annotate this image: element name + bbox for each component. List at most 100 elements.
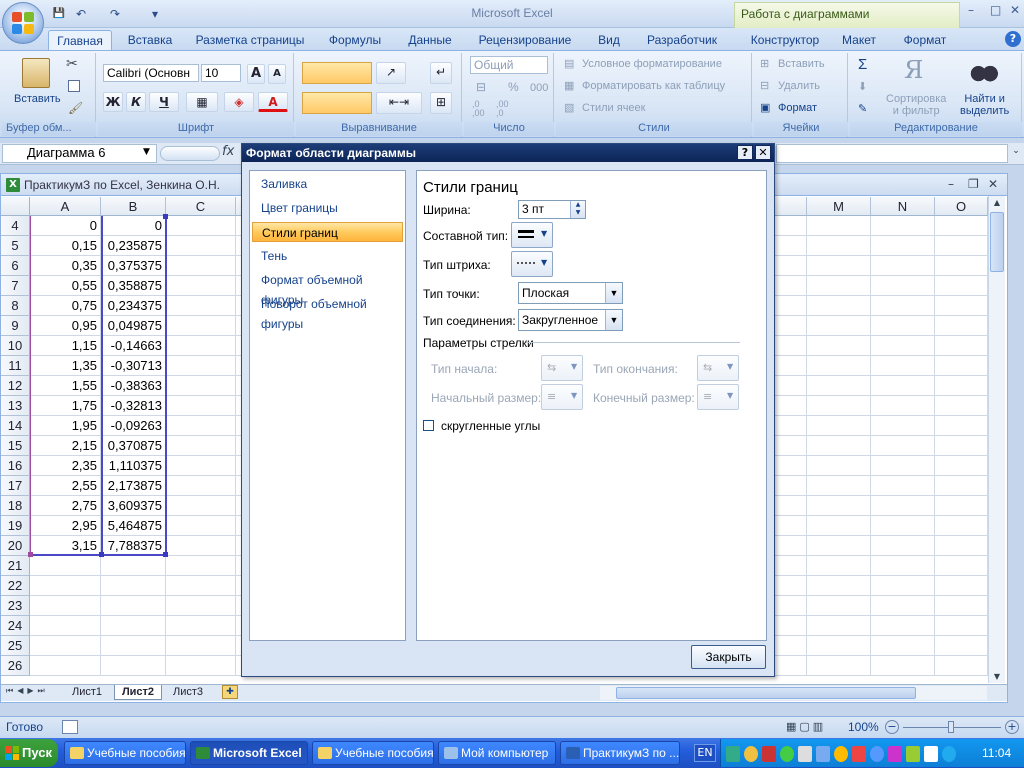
cell-n[interactable] [871,316,935,336]
maximize-button[interactable]: □ [990,3,1001,17]
cell-m[interactable] [807,376,871,396]
indent-icon[interactable]: ⇤⇥ [376,92,422,114]
row-header[interactable]: 16 [1,456,30,476]
cell-a[interactable]: 2,55 [30,476,101,496]
cell-o[interactable] [935,276,988,296]
cell-b[interactable] [101,576,166,596]
cell-a[interactable]: 0,15 [30,236,101,256]
cell-m[interactable] [807,476,871,496]
underline-button[interactable]: Ч [149,92,179,112]
increase-decimal-button[interactable]: ,0 ,00 [472,100,485,118]
cell-c[interactable] [166,596,236,616]
cell-l-partial[interactable] [775,536,807,556]
cell-m[interactable] [807,316,871,336]
cell-c[interactable] [166,236,236,256]
cell-a[interactable]: 1,95 [30,416,101,436]
formula-input[interactable] [776,144,1008,163]
cell-c[interactable] [166,536,236,556]
format-as-table-button[interactable]: Форматировать как таблицу [582,80,725,92]
workbook-minimize-button[interactable]: – [948,177,954,191]
sort-filter-button[interactable]: Сортировка и фильтр [886,93,946,117]
cell-styles-button[interactable]: Стили ячеек [582,102,645,114]
cell-l-partial[interactable] [775,516,807,536]
tab-home[interactable]: Главная [48,30,112,50]
thousands-button[interactable]: 000 [530,82,548,94]
cell-b[interactable]: 3,609375 [101,496,166,516]
close-window-button[interactable]: ✕ [1010,3,1020,17]
join-type-select[interactable]: Закругленное ▼ [518,309,623,331]
cell-b[interactable] [101,616,166,636]
row-header[interactable]: 12 [1,376,30,396]
row-header[interactable]: 23 [1,596,30,616]
cell-c[interactable] [166,356,236,376]
format-painter-icon[interactable]: 🖌 [68,101,83,115]
clear-icon[interactable]: ✎ [858,102,867,115]
language-indicator[interactable]: EN [694,744,716,762]
cell-l-partial[interactable] [775,216,807,236]
row-header[interactable]: 13 [1,396,30,416]
column-header-m[interactable]: M [807,197,871,216]
cell-a[interactable]: 0 [30,216,101,236]
cell-b[interactable]: -0,14663 [101,336,166,356]
orientation-icon[interactable]: ↗ [376,62,406,84]
borders-icon[interactable]: ▦ [186,92,218,112]
cell-a[interactable]: 1,35 [30,356,101,376]
dialog-close-icon[interactable]: ✕ [755,145,771,160]
rounded-corners-checkbox[interactable] [423,420,434,431]
cell-n[interactable] [871,436,935,456]
cell-l-partial[interactable] [775,496,807,516]
font-color-button[interactable]: A [258,92,288,112]
column-header-c[interactable]: C [166,197,236,216]
copy-icon[interactable] [68,80,80,92]
cell-o[interactable] [935,516,988,536]
zoom-out-icon[interactable]: − [885,720,899,734]
cell-c[interactable] [166,256,236,276]
sheet-tab-2[interactable]: Лист2 [114,685,162,700]
function-icon[interactable]: fx [222,144,234,159]
cell-l-partial[interactable] [775,396,807,416]
row-header[interactable]: 11 [1,356,30,376]
cell-o[interactable] [935,216,988,236]
cell-c[interactable] [166,336,236,356]
cell-m[interactable] [807,296,871,316]
cell-o[interactable] [935,476,988,496]
number-format-box[interactable]: Общий [470,56,548,74]
cell-m[interactable] [807,356,871,376]
cell-n[interactable] [871,336,935,356]
cell-o[interactable] [935,336,988,356]
cell-l-partial[interactable] [775,236,807,256]
cell-m[interactable] [807,516,871,536]
cell-o[interactable] [935,236,988,256]
font-size-box[interactable]: 10 [201,64,241,82]
range-handle[interactable] [99,552,104,557]
sheet-navigation-icons[interactable]: ⏮◀▶⏭ [6,686,49,696]
row-header[interactable]: 17 [1,476,30,496]
column-header-o[interactable]: O [935,197,988,216]
tray-icons[interactable] [726,746,976,762]
cell-b[interactable]: 7,788375 [101,536,166,556]
column-header-b[interactable]: B [101,197,166,216]
nav-shadow[interactable]: Тень [252,246,403,266]
row-header[interactable]: 4 [1,216,30,236]
range-handle[interactable] [163,214,168,219]
cell-m[interactable] [807,276,871,296]
cell-c[interactable] [166,556,236,576]
spinner-arrows-icon[interactable]: ▲ ▼ [570,201,585,218]
cell-m[interactable] [807,636,871,656]
top-align-buttons[interactable] [302,62,372,84]
conditional-formatting-button[interactable]: Условное форматирование [582,58,722,70]
cell-b[interactable]: 2,173875 [101,476,166,496]
cell-c[interactable] [166,616,236,636]
tab-insert[interactable]: Вставка [118,30,182,50]
row-header[interactable]: 22 [1,576,30,596]
insert-cells-button[interactable]: Вставить [778,58,825,70]
sort-filter-icon[interactable]: Я [904,56,923,84]
cell-b[interactable] [101,656,166,676]
name-box[interactable]: Диаграмма 6 [2,144,157,163]
row-header[interactable]: 18 [1,496,30,516]
cell-n[interactable] [871,376,935,396]
cell-l-partial[interactable] [775,576,807,596]
cell-a[interactable]: 2,35 [30,456,101,476]
cell-n[interactable] [871,616,935,636]
cell-a[interactable]: 1,55 [30,376,101,396]
